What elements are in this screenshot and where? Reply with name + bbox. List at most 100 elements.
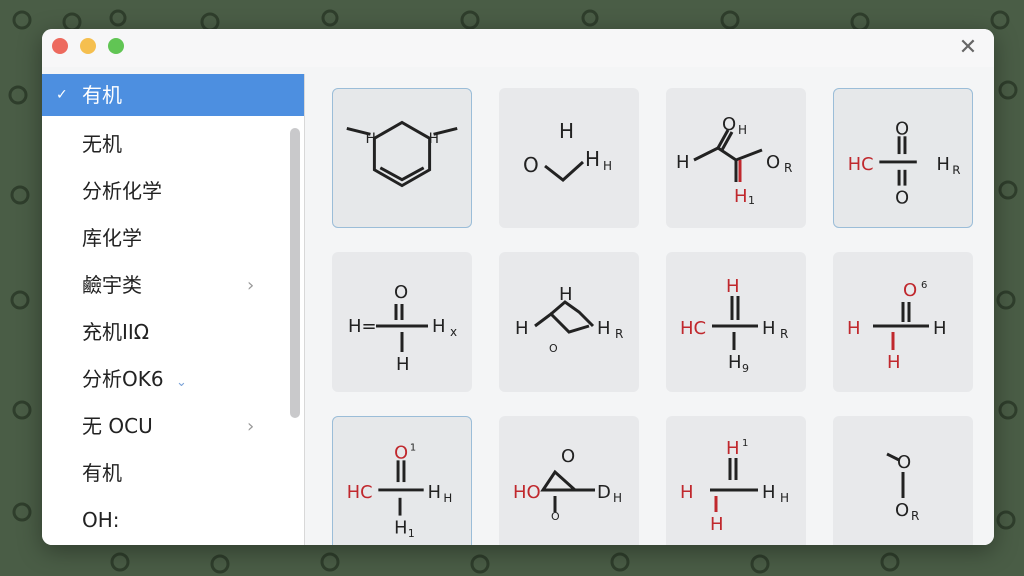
structure-tile-3[interactable]: O H H O R H 1 <box>666 88 806 228</box>
svg-text:1: 1 <box>408 527 415 540</box>
molecule-structure: H O H H <box>523 119 612 182</box>
svg-text:O: O <box>523 153 539 177</box>
structure-tile-1[interactable]: H H <box>332 88 472 228</box>
svg-text:H: H <box>613 491 622 505</box>
svg-text:O: O <box>766 152 780 173</box>
structure-tile-6[interactable]: H H H R O <box>499 252 639 392</box>
svg-text:O: O <box>895 188 909 208</box>
sidebar-item-label: 有机 <box>82 83 122 107</box>
svg-text:H: H <box>394 518 407 538</box>
svg-text:O: O <box>551 510 560 523</box>
svg-text:O: O <box>903 280 917 301</box>
svg-text:H: H <box>515 318 529 339</box>
svg-text:O: O <box>722 114 736 135</box>
svg-text:O: O <box>895 119 909 139</box>
svg-text:x: x <box>450 325 457 339</box>
molecule-structure: O HO D H O <box>513 446 622 523</box>
chevron-down-icon: ⌄ <box>175 375 187 390</box>
svg-text:H: H <box>676 152 690 173</box>
sidebar-scrollbar[interactable] <box>290 128 300 418</box>
zoom-window-button[interactable] <box>108 38 124 54</box>
svg-text:H: H <box>847 318 861 339</box>
sidebar-item-organic[interactable]: ✓ 有机 <box>42 74 304 116</box>
svg-text:6: 6 <box>921 280 927 291</box>
svg-text:H: H <box>738 123 747 137</box>
svg-text:H: H <box>597 318 611 339</box>
app-window: ✕ ✓ 有机 无机 分析化学 库化学 鹼宇类 › 充机ⅠⅠΩ 分析OK6 ⌄ 无… <box>42 29 994 545</box>
sidebar-item-label: 鹼宇类 <box>82 273 142 297</box>
chevron-right-icon: › <box>247 416 255 437</box>
close-icon[interactable]: ✕ <box>954 34 982 62</box>
title-bar: ✕ <box>42 29 994 67</box>
svg-text:O: O <box>895 500 909 521</box>
svg-text:H: H <box>734 186 748 207</box>
structure-tile-4[interactable]: O HC H R O <box>833 88 973 228</box>
checkmark-icon: ✓ <box>56 87 68 103</box>
svg-text:R: R <box>615 327 623 341</box>
svg-text:H: H <box>762 482 776 503</box>
structure-tile-11[interactable]: H 1 H H H H <box>666 416 806 545</box>
svg-text:R: R <box>784 161 792 175</box>
molecule-structure: O HC H R O <box>848 119 961 208</box>
svg-text:H: H <box>366 131 376 147</box>
svg-text:H: H <box>726 276 740 297</box>
svg-text:H: H <box>585 147 600 171</box>
svg-text:O: O <box>394 282 408 303</box>
sidebar-item-label: 无机 <box>82 132 122 156</box>
sidebar-item-label: 分析化学 <box>82 179 162 203</box>
svg-text:R: R <box>911 509 919 523</box>
category-sidebar: ✓ 有机 无机 分析化学 库化学 鹼宇类 › 充机ⅠⅠΩ 分析OK6 ⌄ 无 O… <box>42 74 304 545</box>
sidebar-item-label: 库化学 <box>82 226 142 250</box>
sidebar-item-library-chemistry[interactable]: 库化学 <box>42 215 304 262</box>
structure-tile-2[interactable]: H O H H <box>499 88 639 228</box>
sidebar-item-analytical-chemistry[interactable]: 分析化学 <box>42 168 304 215</box>
structure-tile-8[interactable]: O 6 H H H <box>833 252 973 392</box>
sidebar-item-group-8[interactable]: 无 OCU › <box>42 403 304 450</box>
structure-tile-12[interactable]: O O R <box>833 416 973 545</box>
svg-text:H: H <box>726 438 740 459</box>
svg-text:HC: HC <box>680 318 706 339</box>
sidebar-item-label: OH: <box>82 508 120 532</box>
svg-text:HC: HC <box>848 155 874 175</box>
molecule-structure: H 1 H H H H <box>680 438 789 535</box>
sidebar-item-group-10[interactable]: OH: <box>42 497 304 544</box>
svg-text:R: R <box>780 327 788 341</box>
sidebar-item-label: 分析OK6 <box>82 367 164 391</box>
molecule-structure: O 6 H H H <box>847 280 947 373</box>
benzene-ring-structure: H H <box>346 120 458 188</box>
molecule-structure: H HC H R H 9 <box>680 276 788 375</box>
structure-tile-9[interactable]: O 1 HC H H H 1 <box>332 416 472 545</box>
minimize-window-button[interactable] <box>80 38 96 54</box>
svg-text:D: D <box>597 482 611 503</box>
molecule-structure: O 1 HC H H H 1 <box>347 443 452 541</box>
svg-text:H: H <box>559 284 573 305</box>
svg-text:H: H <box>780 491 789 505</box>
sidebar-item-label: 充机ⅠⅠΩ <box>82 320 150 344</box>
sidebar-item-group-7[interactable]: 分析OK6 ⌄ <box>42 356 304 403</box>
sidebar-item-group-6[interactable]: 充机ⅠⅠΩ <box>42 309 304 356</box>
structure-tile-5[interactable]: O H= H x H <box>332 252 472 392</box>
sidebar-item-inorganic[interactable]: 无机 <box>42 121 304 168</box>
structure-tile-10[interactable]: O HO D H O <box>499 416 639 545</box>
svg-text:H: H <box>428 483 441 503</box>
svg-text:H: H <box>603 159 612 173</box>
svg-text:H: H <box>680 482 694 503</box>
svg-text:O: O <box>561 446 575 467</box>
sidebar-item-group-5[interactable]: 鹼宇类 › <box>42 262 304 309</box>
molecule-structure: O H= H x H <box>348 282 457 375</box>
svg-text:H: H <box>710 514 724 535</box>
sidebar-item-label: 无 OCU <box>82 414 153 438</box>
svg-text:HC: HC <box>347 483 373 503</box>
svg-text:1: 1 <box>748 194 755 207</box>
svg-text:1: 1 <box>410 443 416 454</box>
molecule-structure: H H H R O <box>515 284 623 355</box>
chevron-right-icon: › <box>247 275 255 296</box>
close-window-button[interactable] <box>52 38 68 54</box>
svg-text:H: H <box>443 491 452 505</box>
svg-text:H: H <box>559 119 574 143</box>
svg-text:H: H <box>396 354 410 375</box>
sidebar-item-group-9[interactable]: 有机 <box>42 450 304 497</box>
structure-tile-7[interactable]: H HC H R H 9 <box>666 252 806 392</box>
svg-text:H: H <box>937 155 950 175</box>
molecule-structure: O O R <box>886 452 919 523</box>
